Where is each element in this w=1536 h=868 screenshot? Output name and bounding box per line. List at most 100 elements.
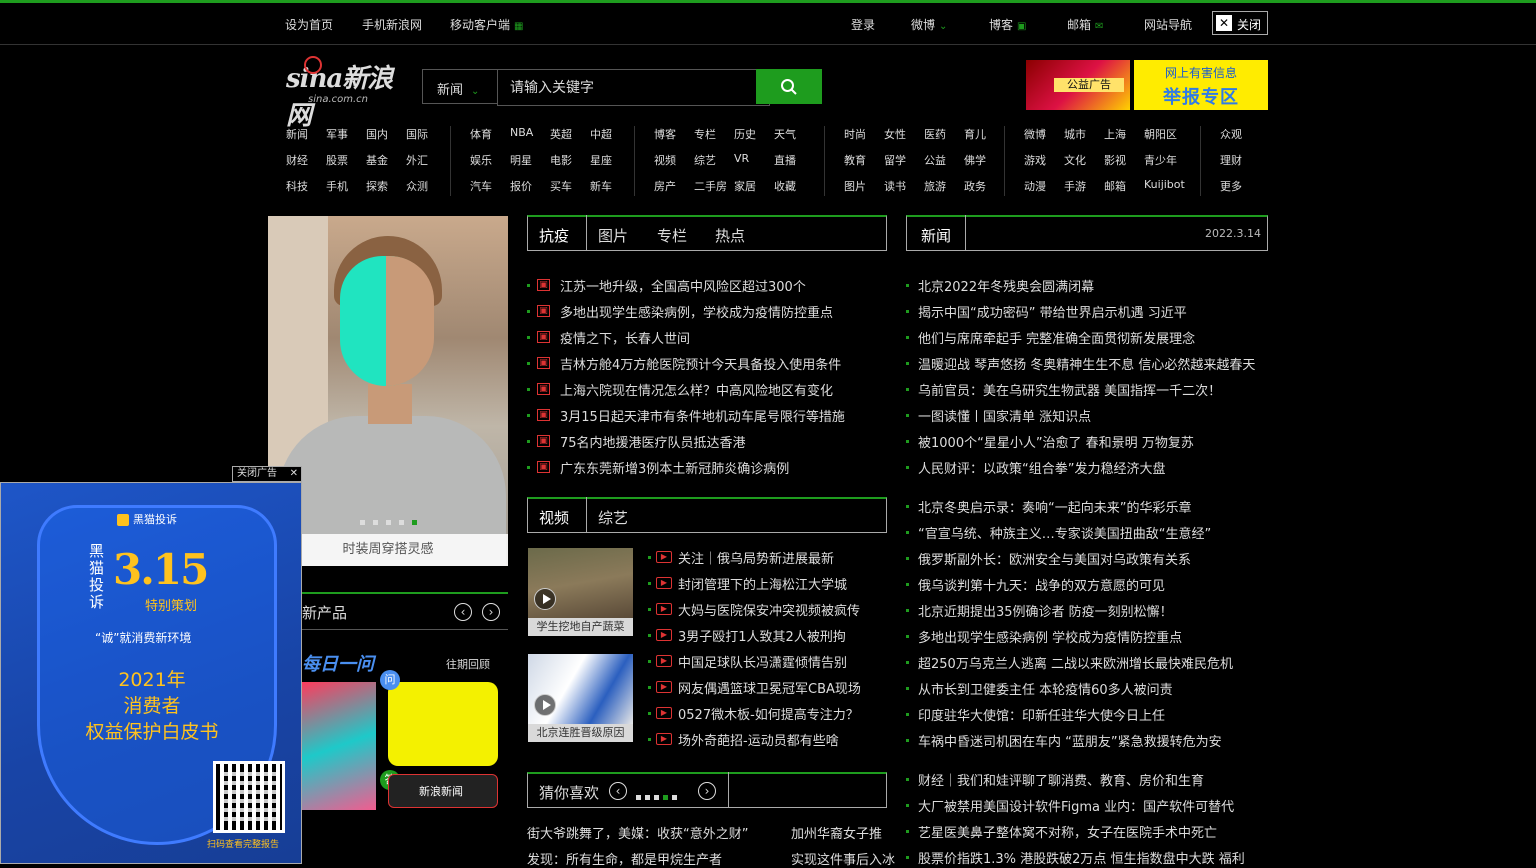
- set-homepage-link[interactable]: 设为首页: [285, 16, 333, 33]
- search-category-select[interactable]: 新闻 ⌄: [422, 69, 497, 104]
- nav-link[interactable]: 青少年: [1144, 152, 1177, 168]
- tab-video[interactable]: 视频: [539, 507, 569, 528]
- nav-link[interactable]: 股票: [326, 152, 348, 168]
- past-review-link[interactable]: 往期回顾: [446, 656, 490, 672]
- public-service-ad[interactable]: 公益广告: [1026, 60, 1130, 110]
- tab-anti-epidemic[interactable]: 抗疫: [539, 225, 569, 246]
- chevron-right-icon[interactable]: ›: [482, 603, 500, 621]
- nav-link[interactable]: 明星: [510, 152, 532, 168]
- nav-link[interactable]: 手游: [1064, 178, 1086, 194]
- nav-link[interactable]: 财经: [286, 152, 308, 168]
- nav-link[interactable]: 新车: [590, 178, 612, 194]
- nav-link[interactable]: 新闻: [286, 126, 308, 142]
- mailbox-link[interactable]: 邮箱 ✉: [1067, 16, 1103, 33]
- slider-dot-active[interactable]: [411, 520, 417, 525]
- tab-news[interactable]: 新闻: [921, 225, 951, 246]
- nav-link[interactable]: 科技: [286, 178, 308, 194]
- nav-link[interactable]: 房产: [654, 178, 676, 194]
- nav-link[interactable]: 微博: [1024, 126, 1046, 142]
- page-dot-active[interactable]: [663, 795, 668, 800]
- focus-image-slider[interactable]: 时装周穿搭灵感: [268, 216, 508, 566]
- nav-link[interactable]: 佛学: [964, 152, 986, 168]
- nav-link[interactable]: NBA: [510, 126, 533, 139]
- sina-news-card[interactable]: 新浪新闻: [388, 774, 498, 808]
- nav-link[interactable]: 公益: [924, 152, 946, 168]
- slide-caption[interactable]: 时装周穿搭灵感: [268, 534, 508, 566]
- nav-link[interactable]: 文化: [1064, 152, 1086, 168]
- nav-link[interactable]: 综艺: [694, 152, 716, 168]
- blog-link[interactable]: 博客 ▣: [989, 16, 1026, 33]
- guess-item[interactable]: 发现：所有生命，都是甲烷生产者: [527, 849, 722, 868]
- nav-link[interactable]: 外汇: [406, 152, 428, 168]
- nav-link[interactable]: 影视: [1104, 152, 1126, 168]
- nav-link[interactable]: 旅游: [924, 178, 946, 194]
- nav-link[interactable]: 视频: [654, 152, 676, 168]
- nav-link[interactable]: 体育: [470, 126, 492, 142]
- floating-ad-315[interactable]: 黑猫投诉 黑猫投诉 3.15 特别策划 “诚”就消费新环境 2021年 消费者 …: [0, 482, 302, 864]
- sina-logo[interactable]: sina新浪网 sina.com.cn: [286, 56, 402, 131]
- login-link[interactable]: 登录: [851, 16, 875, 33]
- nav-link[interactable]: 众测: [406, 178, 428, 194]
- nav-link[interactable]: 星座: [590, 152, 612, 168]
- qr-code[interactable]: [213, 761, 285, 833]
- nav-link[interactable]: 育儿: [964, 126, 986, 142]
- mobile-client-link[interactable]: 移动客户端 ▦: [450, 16, 523, 33]
- play-icon[interactable]: [534, 588, 556, 610]
- nav-link[interactable]: 英超: [550, 126, 572, 142]
- nav-link[interactable]: 天气: [774, 126, 796, 142]
- nav-link[interactable]: 国内: [366, 126, 388, 142]
- nav-link[interactable]: 图片: [844, 178, 866, 194]
- nav-link[interactable]: 娱乐: [470, 152, 492, 168]
- site-nav-link[interactable]: 网站导航: [1144, 16, 1192, 33]
- nav-link[interactable]: 众观: [1220, 126, 1242, 142]
- product-card-image[interactable]: [302, 682, 376, 810]
- close-icon[interactable]: ✕: [290, 467, 298, 481]
- mobile-sina-link[interactable]: 手机新浪网: [362, 16, 422, 33]
- guess-item[interactable]: 加州华裔女子推: [791, 823, 882, 842]
- question-bubble[interactable]: [388, 682, 498, 766]
- chevron-left-icon[interactable]: ‹: [454, 603, 472, 621]
- nav-link[interactable]: 军事: [326, 126, 348, 142]
- tab-variety[interactable]: 综艺: [598, 507, 628, 528]
- nav-link[interactable]: 中超: [590, 126, 612, 142]
- tab-hotspots[interactable]: 热点: [715, 225, 745, 246]
- ad-close-tag[interactable]: 关闭广告 ✕: [232, 466, 302, 482]
- nav-link[interactable]: 邮箱: [1104, 178, 1126, 194]
- nav-link[interactable]: Kuijibot: [1144, 178, 1185, 191]
- page-dot[interactable]: [645, 795, 650, 800]
- nav-link[interactable]: 买车: [550, 178, 572, 194]
- nav-link[interactable]: 手机: [326, 178, 348, 194]
- nav-link[interactable]: 医药: [924, 126, 946, 142]
- nav-link[interactable]: 游戏: [1024, 152, 1046, 168]
- nav-link[interactable]: 二手房: [694, 178, 727, 194]
- page-dot[interactable]: [654, 795, 659, 800]
- nav-link[interactable]: 理财: [1220, 152, 1242, 168]
- nav-link[interactable]: 更多: [1220, 178, 1242, 194]
- nav-link[interactable]: VR: [734, 152, 749, 165]
- report-harmful-info-ad[interactable]: 网上有害信息 举报专区: [1134, 60, 1268, 110]
- nav-link[interactable]: 城市: [1064, 126, 1086, 142]
- slider-dot[interactable]: [359, 520, 365, 525]
- page-dot[interactable]: [672, 795, 677, 800]
- nav-link[interactable]: 家居: [734, 178, 756, 194]
- nav-link[interactable]: 专栏: [694, 126, 716, 142]
- nav-link[interactable]: 汽车: [470, 178, 492, 194]
- nav-link[interactable]: 女性: [884, 126, 906, 142]
- nav-link[interactable]: 收藏: [774, 178, 796, 194]
- nav-link[interactable]: 历史: [734, 126, 756, 142]
- nav-link[interactable]: 教育: [844, 152, 866, 168]
- close-button[interactable]: ✕ 关闭: [1212, 11, 1268, 35]
- nav-link[interactable]: 电影: [550, 152, 572, 168]
- slider-dot[interactable]: [398, 520, 404, 525]
- tab-columns[interactable]: 专栏: [657, 225, 687, 246]
- nav-link[interactable]: 基金: [366, 152, 388, 168]
- nav-link[interactable]: 留学: [884, 152, 906, 168]
- search-button[interactable]: [756, 69, 822, 104]
- chevron-right-icon[interactable]: ›: [698, 782, 716, 800]
- nav-link[interactable]: 政务: [964, 178, 986, 194]
- nav-link[interactable]: 探索: [366, 178, 388, 194]
- nav-link[interactable]: 上海: [1104, 126, 1126, 142]
- slider-dot[interactable]: [372, 520, 378, 525]
- nav-link[interactable]: 报价: [510, 178, 532, 194]
- video-thumb[interactable]: 学生挖地自产蔬菜: [528, 548, 633, 636]
